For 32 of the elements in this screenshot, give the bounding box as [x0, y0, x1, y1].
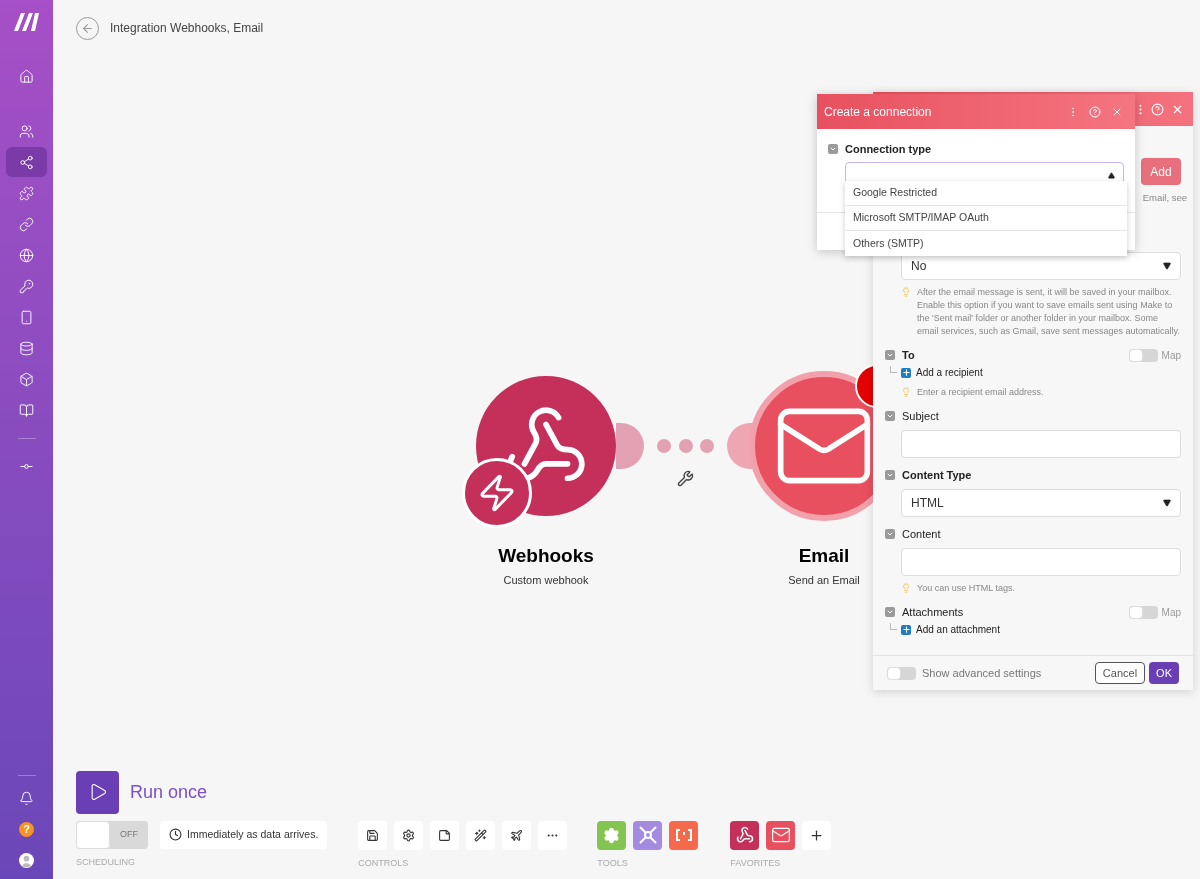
dropdown-option[interactable]: Microsoft SMTP/IMAP OAuth	[845, 206, 1127, 231]
section-caption: SCHEDULING	[76, 855, 136, 869]
field-label: To	[902, 348, 915, 363]
add-item-button[interactable]: Add an attachment	[901, 622, 1000, 638]
map-label: Map	[1161, 348, 1181, 363]
dropdown-option[interactable]: Google Restricted	[845, 181, 1127, 206]
field-label: Attachments	[902, 605, 964, 620]
node-subtitle: Custom webhook	[503, 572, 589, 588]
dialog-title: Create a connection	[824, 103, 932, 121]
field-label: Content	[902, 527, 941, 542]
cancel-button[interactable]: Cancel	[1094, 662, 1146, 684]
node-title: Webhooks	[498, 544, 594, 568]
ok-button[interactable]: OK	[1149, 662, 1179, 684]
select-field[interactable]: HTML	[901, 489, 1181, 518]
connection-hint: Email, see	[1142, 191, 1187, 205]
field-label: Subject	[902, 409, 939, 424]
field-hint: You can use HTML tags.	[917, 582, 1015, 596]
scenario-title: Integration Webhooks, Email	[110, 20, 264, 37]
map-label: Map	[1161, 605, 1181, 620]
schedule-button[interactable]: Immediately as data arrives.	[160, 820, 328, 849]
advanced-label: Show advanced settings	[922, 665, 1042, 681]
field-label: Content Type	[902, 468, 972, 483]
section-caption: FAVORITES	[730, 856, 782, 870]
section-caption: TOOLS	[597, 856, 629, 870]
node-title: Email	[798, 544, 850, 568]
field-hint: Enter a recipient email address.	[917, 386, 1044, 400]
add-item-button[interactable]: Add a recipient	[901, 365, 983, 381]
field-hint: After the email message is sent, it will be saved in your mailbox. Enable this option if you want to save emails sent using Make to the 'Sent mail' folder or another folder in your mailbox. Some email services, such as Gmail, save sent messages automatically.	[917, 286, 1181, 339]
section-caption: CONTROLS	[358, 856, 410, 870]
node-subtitle: Send an Email	[788, 572, 860, 588]
run-once-label[interactable]: Run once	[130, 778, 208, 806]
field-label: Connection type	[845, 141, 932, 157]
